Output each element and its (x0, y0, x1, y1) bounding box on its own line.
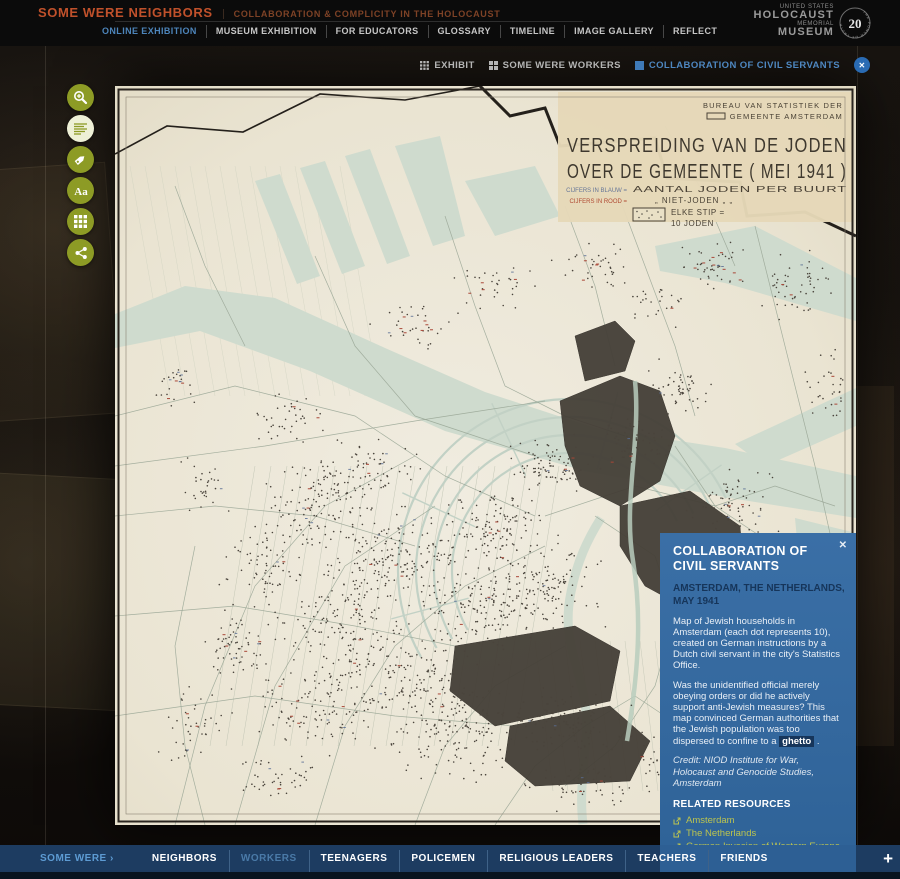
nav-for-educators[interactable]: FOR EDUCATORS (325, 25, 428, 38)
resource-link-label: Amsterdam (686, 815, 735, 827)
breadcrumb-current[interactable]: COLLABORATION OF CIVIL SERVANTS (634, 59, 840, 71)
external-link-icon (673, 817, 681, 825)
breadcrumb-current-label: COLLABORATION OF CIVIL SERVANTS (648, 59, 840, 71)
breadcrumb-exhibit[interactable]: EXHIBIT (420, 60, 474, 71)
bottom-nav-teenagers[interactable]: TEENAGERS (308, 845, 400, 872)
map-title-block: BUREAU VAN STATISTIEK DER GEMEENTE AMSTE… (558, 92, 852, 228)
breadcrumb-workers-label: SOME WERE WORKERS (502, 59, 621, 71)
bottom-nav-items: SOME WERE › NEIGHBORS WORKERS TEENAGERS … (0, 845, 900, 872)
bottom-nav: SOME WERE › NEIGHBORS WORKERS TEENAGERS … (0, 845, 900, 872)
nav-online-exhibition[interactable]: ONLINE EXHIBITION (93, 25, 206, 38)
panel-paragraph-2: Was the unidentified official merely obe… (673, 680, 843, 747)
breadcrumb-exhibit-label: EXHIBIT (434, 59, 475, 71)
panel-paragraph-2-end: . (814, 735, 820, 747)
tags-button[interactable] (67, 146, 94, 173)
glossary-term-ghetto[interactable]: ghetto (779, 735, 815, 747)
nav-museum-exhibition[interactable]: MUSEUM EXHIBITION (205, 25, 326, 38)
bottom-nav-friends[interactable]: FRIENDS (708, 845, 779, 872)
map-legend-red-prefix: CIJFERS IN ROOD = (569, 199, 627, 205)
brand-row: SOME WERE NEIGHBORS COLLABORATION & COMP… (38, 5, 500, 20)
logo-line-4: MUSEUM (777, 26, 834, 39)
map-legend-blue-text: AANTAL JODEN PER BUURT (633, 184, 847, 194)
resource-link-amsterdam[interactable]: Amsterdam (673, 814, 843, 827)
text-size-button[interactable]: Aa (67, 177, 94, 204)
breadcrumb: EXHIBIT SOME WERE WORKERS COLLABORATION … (420, 57, 870, 73)
bottom-nav-neighbors[interactable]: NEIGHBORS (140, 845, 229, 872)
grid-4-icon (488, 60, 498, 70)
map-legend-dot-line1: ELKE STIP = (671, 208, 725, 217)
expand-button[interactable]: + (883, 845, 893, 872)
logo-line-2: HOLOCAUST (753, 9, 834, 22)
ushmm-logo[interactable]: UNITED STATES HOLOCAUST MEMORIAL MUSEUM (754, 4, 834, 39)
site-title[interactable]: SOME WERE NEIGHBORS (38, 5, 213, 20)
map-toolbar: Aa (67, 84, 94, 266)
text-lines-icon (74, 123, 87, 135)
panel-paragraph-1: Map of Jewish households in Amsterdam (e… (673, 615, 841, 672)
site-subtitle: COLLABORATION & COMPLICITY IN THE HOLOCA… (222, 9, 501, 19)
header-divider (115, 21, 583, 22)
zoom-in-button[interactable] (67, 84, 94, 111)
page-bottom-strip (0, 872, 900, 879)
bottom-nav-prefix[interactable]: SOME WERE › (40, 853, 114, 864)
share-button[interactable] (67, 239, 94, 266)
map-bureau-line1: BUREAU VAN STATISTIEK DER (703, 101, 843, 110)
panel-subtitle: AMSTERDAM, THE NETHERLANDS, MAY 1941 (673, 582, 845, 607)
transcript-button[interactable] (67, 115, 94, 142)
bottom-nav-religious-leaders[interactable]: RELIGIOUS LEADERS (487, 845, 625, 872)
square-icon (634, 60, 644, 70)
tag-icon (74, 156, 85, 165)
panel-title: COLLABORATION OF CIVIL SERVANTS (673, 544, 808, 574)
anniversary-badge-icon: THE POWER OF TRUTH 20 (839, 7, 871, 39)
breadcrumb-some-were-workers[interactable]: SOME WERE WORKERS (488, 59, 621, 71)
info-panel: ✕ COLLABORATION OF CIVIL SERVANTS AMSTER… (660, 533, 856, 845)
bottom-nav-workers[interactable]: WORKERS (228, 845, 309, 872)
map-legend-dot-line2: 10 JODEN (671, 219, 714, 228)
svg-text:20: 20 (849, 16, 862, 31)
zoom-in-icon (74, 91, 88, 105)
frame-line-left (45, 46, 46, 845)
map-legend-red-text: „ NIET-JODEN „ „ (655, 196, 733, 205)
grid-9-icon (420, 60, 430, 70)
site-header: SOME WERE NEIGHBORS COLLABORATION & COMP… (0, 0, 900, 46)
svg-text:Aa: Aa (74, 186, 88, 198)
nav-reflect[interactable]: REFLECT (662, 25, 726, 38)
share-icon (75, 246, 87, 259)
grid-view-button[interactable] (67, 208, 94, 235)
map-legend-blue-prefix: CIJFERS IN BLAUW = (566, 188, 627, 194)
resource-link-netherlands[interactable]: The Netherlands (673, 827, 843, 840)
panel-close-button[interactable]: ✕ (839, 540, 847, 551)
nav-image-gallery[interactable]: IMAGE GALLERY (564, 25, 663, 38)
map-title-line1: VERSPREIDING VAN DE JODEN (567, 135, 847, 157)
font-size-icon: Aa (74, 186, 88, 198)
panel-credit: Credit: NIOD Institute for War, Holocaus… (673, 754, 815, 790)
nav-timeline[interactable]: TIMELINE (499, 25, 564, 38)
main-nav: ONLINE EXHIBITION MUSEUM EXHIBITION FOR … (93, 25, 726, 38)
page: SOME WERE NEIGHBORS COLLABORATION & COMP… (0, 0, 900, 879)
related-resources-list: Amsterdam The Netherlands German Invasio… (673, 814, 843, 845)
map-title-line2: OVER DE GEMEENTE ( MEI 1941 ) (567, 161, 847, 183)
resource-link-label: The Netherlands (686, 828, 757, 840)
breadcrumb-close-button[interactable]: ✕ (854, 57, 870, 73)
bottom-nav-teachers[interactable]: TEACHERS (625, 845, 708, 872)
bottom-nav-policemen[interactable]: POLICEMEN (399, 845, 487, 872)
frame-line-right (857, 46, 858, 845)
map-bureau-line2: GEMEENTE AMSTERDAM (730, 112, 843, 121)
background-document (0, 161, 123, 423)
related-resources-heading: RELATED RESOURCES (673, 799, 791, 811)
grid-icon (74, 215, 87, 228)
nav-glossary[interactable]: GLOSSARY (427, 25, 500, 38)
external-link-icon (673, 830, 681, 838)
